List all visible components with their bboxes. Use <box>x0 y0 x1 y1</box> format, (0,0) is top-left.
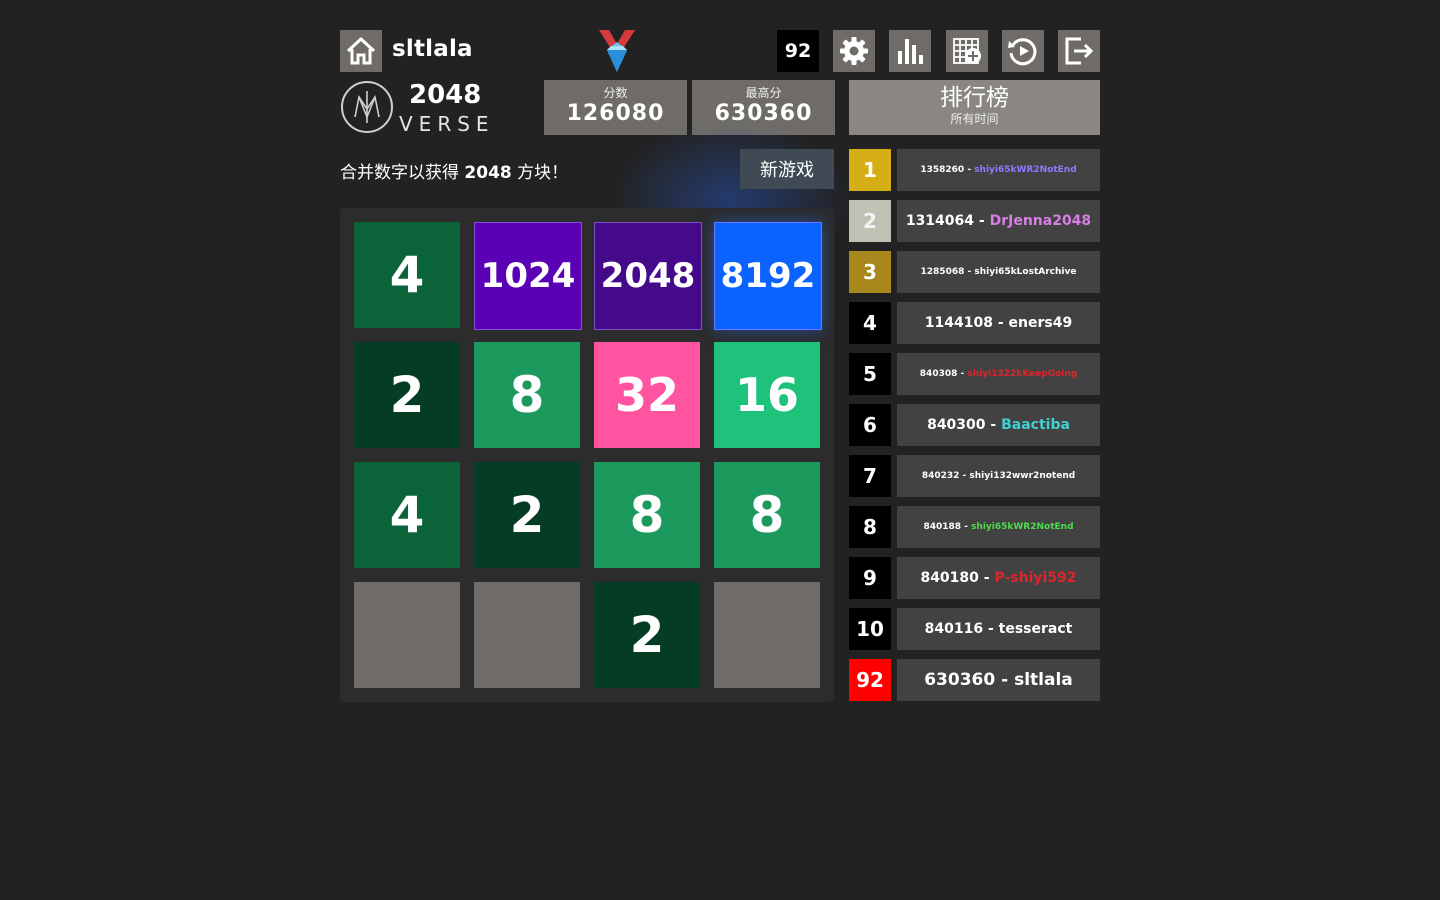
instruction-text: 合并数字以获得 2048 方块！ <box>340 163 569 183</box>
logo-emblem <box>341 81 393 133</box>
leaderboard-name[interactable]: eners49 <box>1009 315 1073 331</box>
leaderboard-separator: - <box>964 165 975 175</box>
leaderboard-entry[interactable]: 630360 - sltlala <box>897 659 1100 701</box>
leaderboard-name[interactable]: sltlala <box>1014 670 1073 690</box>
leaderboard-score: 1358260 <box>920 165 965 175</box>
leaderboard-name[interactable]: shiyi1322kKeepGoing <box>967 369 1077 379</box>
replay-button[interactable] <box>1002 30 1044 72</box>
add-board-icon <box>953 38 981 64</box>
medal-icon[interactable] <box>597 30 637 76</box>
leaderboard-entry[interactable]: 1358260 - shiyi65kWR2NotEnd <box>897 149 1100 191</box>
score-label: 分数 <box>603 86 628 100</box>
leaderboard-period: 所有时间 <box>950 112 999 126</box>
leaderboard-title: 排行榜 <box>940 85 1009 111</box>
leaderboard-separator: - <box>961 522 972 532</box>
tile-2: 2 <box>354 342 460 448</box>
leaderboard-entry[interactable]: 840308 - shiyi1322kKeepGoing <box>897 353 1100 395</box>
leaderboard-score: 840308 <box>919 369 958 379</box>
leaderboard-entry[interactable]: 840300 - Baactiba <box>897 404 1100 446</box>
leaderboard-entry[interactable]: 840232 - shiyi132wwr2notend <box>897 455 1100 497</box>
tile-empty <box>474 582 580 688</box>
replay-icon <box>1008 38 1037 66</box>
leaderboard-rank: 6 <box>849 404 891 446</box>
leaderboard-entry[interactable]: 840116 - tesseract <box>897 608 1100 650</box>
leaderboard-entry[interactable]: 1144108 - eners49 <box>897 302 1100 344</box>
tile-2: 2 <box>594 582 700 688</box>
new-game-button[interactable]: 新游戏 <box>740 149 834 189</box>
tile-8: 8 <box>474 342 580 448</box>
best-score-label: 最高分 <box>745 86 782 100</box>
logout-icon <box>1065 37 1094 65</box>
leaderboard-rank: 7 <box>849 455 891 497</box>
tile-empty <box>714 582 820 688</box>
leaderboard-rank: 4 <box>849 302 891 344</box>
leaderboard-rank: 3 <box>849 251 891 293</box>
leaderboard-separator: - <box>983 621 999 637</box>
leaderboard-separator: - <box>992 315 1009 331</box>
leaderboard-separator: - <box>974 213 990 229</box>
leaderboard-score: 1285068 <box>920 267 965 277</box>
leaderboard-name[interactable]: DrJenna2048 <box>990 213 1092 229</box>
leaderboard-separator: - <box>959 471 970 481</box>
leaderboard-separator: - <box>985 417 1002 433</box>
tile-1024: 1024 <box>474 222 582 330</box>
leaderboard-separator: - <box>995 670 1015 690</box>
leaderboard-rank: 9 <box>849 557 891 599</box>
leaderboard-entry[interactable]: 840188 - shiyi65kWR2NotEnd <box>897 506 1100 548</box>
tile-16: 16 <box>714 342 820 448</box>
tile-empty <box>354 582 460 688</box>
leaderboard-score: 840300 <box>927 417 986 433</box>
leaderboard-name[interactable]: Baactiba <box>1001 417 1070 433</box>
stats-button[interactable] <box>889 30 931 72</box>
logo-subtitle: VERSE <box>399 112 495 136</box>
add-board-button[interactable] <box>946 30 988 72</box>
leaderboard-score: 1314064 <box>905 213 975 229</box>
home-icon <box>346 37 376 65</box>
tile-2: 2 <box>474 462 580 568</box>
tile-32: 32 <box>594 342 700 448</box>
leaderboard-name[interactable]: tesseract <box>999 621 1073 637</box>
game-board[interactable]: 4 1024 2048 8192 2 8 32 16 4 2 8 8 2 <box>340 208 834 702</box>
tile-8: 8 <box>714 462 820 568</box>
leaderboard-rank: 5 <box>849 353 891 395</box>
tile-4: 4 <box>354 222 460 328</box>
leaderboard-name[interactable]: shiyi65kWR2NotEnd <box>974 165 1076 175</box>
leaderboard-rank: 92 <box>849 659 891 701</box>
logout-button[interactable] <box>1058 30 1100 72</box>
leaderboard-score: 840188 <box>923 522 962 532</box>
leaderboard-rank: 8 <box>849 506 891 548</box>
leaderboard-entry[interactable]: 1285068 - shiyi65kLostArchive <box>897 251 1100 293</box>
home-button[interactable] <box>340 30 382 72</box>
leaderboard-separator: - <box>957 369 968 379</box>
tile-8192: 8192 <box>714 222 822 330</box>
leaderboard-entry[interactable]: 840180 - P-shiyi592 <box>897 557 1100 599</box>
tile-4: 4 <box>354 462 460 568</box>
leaderboard-rank: 10 <box>849 608 891 650</box>
leaderboard-separator: - <box>978 570 995 586</box>
logo-title: 2048 <box>409 80 482 110</box>
tile-8: 8 <box>594 462 700 568</box>
leaderboard-rank: 2 <box>849 200 891 242</box>
rank-badge[interactable]: 92 <box>777 30 819 72</box>
stats-icon <box>898 39 923 64</box>
tile-2048: 2048 <box>594 222 702 330</box>
leaderboard-separator: - <box>964 267 975 277</box>
leaderboard-score: 840116 <box>924 621 984 637</box>
leaderboard-score: 840180 <box>920 570 979 586</box>
leaderboard-name[interactable]: shiyi132wwr2notend <box>969 471 1075 481</box>
leaderboard-header[interactable]: 排行榜 所有时间 <box>849 80 1100 135</box>
leaderboard-name[interactable]: P-shiyi592 <box>994 570 1076 586</box>
username: sltlala <box>392 36 473 62</box>
leaderboard-name[interactable]: shiyi65kLostArchive <box>974 267 1076 277</box>
leaderboard-score: 1144108 <box>924 315 993 331</box>
leaderboard-score: 630360 <box>924 670 996 690</box>
leaderboard-entry[interactable]: 1314064 - DrJenna2048 <box>897 200 1100 242</box>
leaderboard-score: 840232 <box>921 471 960 481</box>
settings-button[interactable] <box>833 30 875 72</box>
settings-icon <box>840 37 868 65</box>
leaderboard-rank: 1 <box>849 149 891 191</box>
leaderboard-name[interactable]: shiyi65kWR2NotEnd <box>971 522 1073 532</box>
